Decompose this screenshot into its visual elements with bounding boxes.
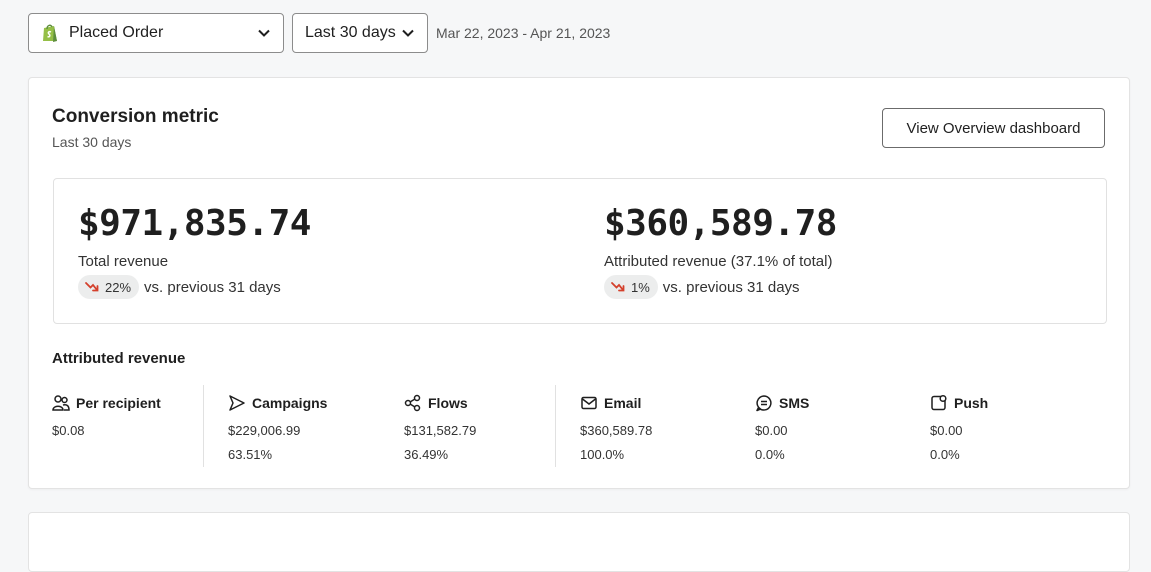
campaigns-column: Campaigns $229,006.99 63.51% [228, 385, 327, 467]
column-value: $360,589.78 [580, 423, 653, 438]
comparison-text: vs. previous 31 days [144, 278, 281, 296]
sms-column: SMS $0.00 0.0% [755, 385, 809, 467]
per-recipient-column: Per recipient $0.08 [52, 385, 161, 467]
attribution-breakdown: Per recipient $0.08 Campaigns $229,006.9… [52, 385, 1112, 467]
card-subtitle: Last 30 days [52, 134, 132, 150]
push-column: Push $0.00 0.0% [930, 385, 988, 467]
total-revenue-amount: $971,835.74 [78, 203, 311, 244]
column-label: Campaigns [252, 395, 328, 411]
attributed-revenue-amount: $360,589.78 [604, 203, 837, 244]
metric-select[interactable]: Placed Order [28, 13, 284, 53]
metric-select-label: Placed Order [69, 24, 164, 41]
column-value: $131,582.79 [404, 423, 477, 438]
column-percent: 0.0% [930, 447, 960, 462]
email-column: Email $360,589.78 100.0% [580, 385, 652, 467]
flow-icon [404, 394, 421, 412]
column-percent: 100.0% [580, 447, 625, 462]
change-badge: 22% [78, 275, 140, 299]
divider [203, 385, 204, 467]
total-revenue-change: 22% vs. previous 31 days [78, 275, 281, 299]
send-icon [229, 395, 245, 411]
people-icon [52, 395, 70, 411]
column-label: Flows [428, 395, 468, 411]
column-label: Push [954, 395, 989, 411]
mail-icon [581, 396, 597, 410]
change-badge-value: 1% [631, 279, 650, 295]
comparison-text: vs. previous 31 days [662, 278, 800, 296]
change-badge: 1% [604, 275, 658, 299]
column-label: Per recipient [76, 395, 161, 411]
trend-down-icon [85, 282, 99, 292]
filter-bar: Placed Order Last 30 days Mar 22, 2023 -… [28, 13, 610, 53]
change-badge-value: 22% [105, 279, 132, 295]
chevron-down-icon [402, 29, 414, 37]
attributed-revenue-change: 1% vs. previous 31 days [604, 275, 800, 299]
column-percent: 0.0% [755, 447, 785, 462]
column-label: Email [604, 395, 642, 411]
shopify-icon [43, 24, 57, 42]
range-select[interactable]: Last 30 days [292, 13, 428, 53]
column-percent: 36.49% [404, 447, 449, 462]
attributed-revenue-title: Attributed revenue [52, 350, 186, 367]
column-value: $229,006.99 [228, 423, 301, 438]
column-value: $0.00 [755, 423, 788, 438]
column-value: $0.00 [930, 423, 963, 438]
sms-icon [756, 395, 772, 412]
attributed-revenue-label: Attributed revenue (37.1% of total) [604, 253, 833, 270]
next-card [28, 512, 1130, 572]
chevron-down-icon [258, 29, 270, 37]
trend-down-icon [611, 282, 625, 292]
range-select-label: Last 30 days [305, 24, 396, 41]
flows-column: Flows $131,582.79 36.49% [404, 385, 476, 467]
revenue-summary: $971,835.74 Total revenue 22% vs. previo… [53, 178, 1107, 324]
push-icon [931, 394, 947, 411]
date-range-text: Mar 22, 2023 - Apr 21, 2023 [436, 25, 611, 41]
conversion-metric-card: Conversion metric Last 30 days View Over… [28, 77, 1130, 489]
column-label: SMS [779, 395, 810, 411]
view-overview-dashboard-button[interactable]: View Overview dashboard [882, 108, 1105, 148]
divider [555, 385, 556, 467]
column-value: $0.08 [52, 423, 85, 438]
column-percent: 63.51% [228, 447, 273, 462]
total-revenue-label: Total revenue [78, 253, 169, 270]
card-title: Conversion metric [52, 106, 219, 127]
